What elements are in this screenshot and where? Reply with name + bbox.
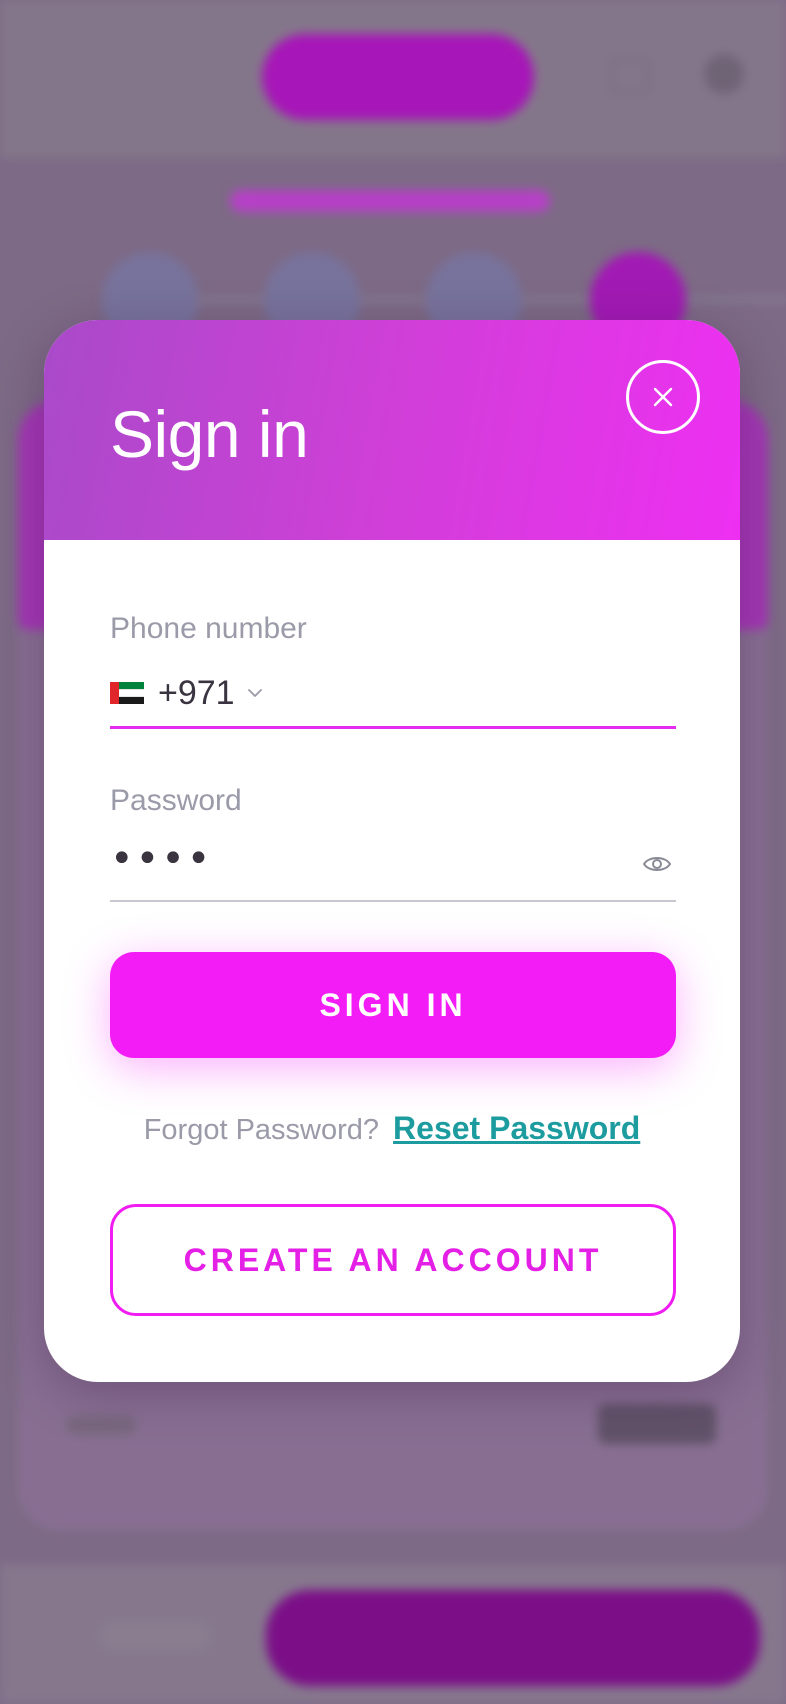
background-bottom-button	[266, 1590, 760, 1686]
chevron-down-icon[interactable]	[247, 685, 263, 701]
sign-in-modal: Sign in Phone number +971 Password •••• …	[44, 320, 740, 1382]
close-icon	[653, 387, 673, 407]
password-input[interactable]: ••••	[110, 836, 630, 886]
phone-number-label: Phone number	[110, 612, 307, 645]
modal-title: Sign in	[110, 397, 309, 471]
close-button[interactable]	[626, 360, 700, 434]
forgot-password-row: Forgot Password? Reset Password	[44, 1110, 740, 1147]
modal-header: Sign in	[44, 320, 740, 540]
sign-in-button[interactable]: SIGN IN	[110, 952, 676, 1058]
phone-number-field[interactable]: +971	[110, 668, 676, 718]
password-field-underline	[110, 900, 676, 902]
create-account-button[interactable]: CREATE AN ACCOUNT	[110, 1204, 676, 1316]
password-label: Password	[110, 784, 242, 817]
reset-password-link[interactable]: Reset Password	[393, 1110, 640, 1146]
background-user-icon	[704, 54, 744, 94]
forgot-password-text: Forgot Password?	[143, 1114, 380, 1146]
background-subtitle	[230, 190, 550, 212]
uae-flag-icon	[110, 682, 144, 705]
country-code: +971	[158, 673, 235, 712]
phone-field-underline	[110, 726, 676, 729]
background-header-button	[262, 34, 534, 120]
background-row-value	[598, 1404, 716, 1444]
background-row-label	[66, 1416, 136, 1434]
background-bottom-label	[100, 1622, 210, 1650]
eye-icon[interactable]	[642, 854, 672, 874]
background-cart-icon	[610, 58, 650, 94]
